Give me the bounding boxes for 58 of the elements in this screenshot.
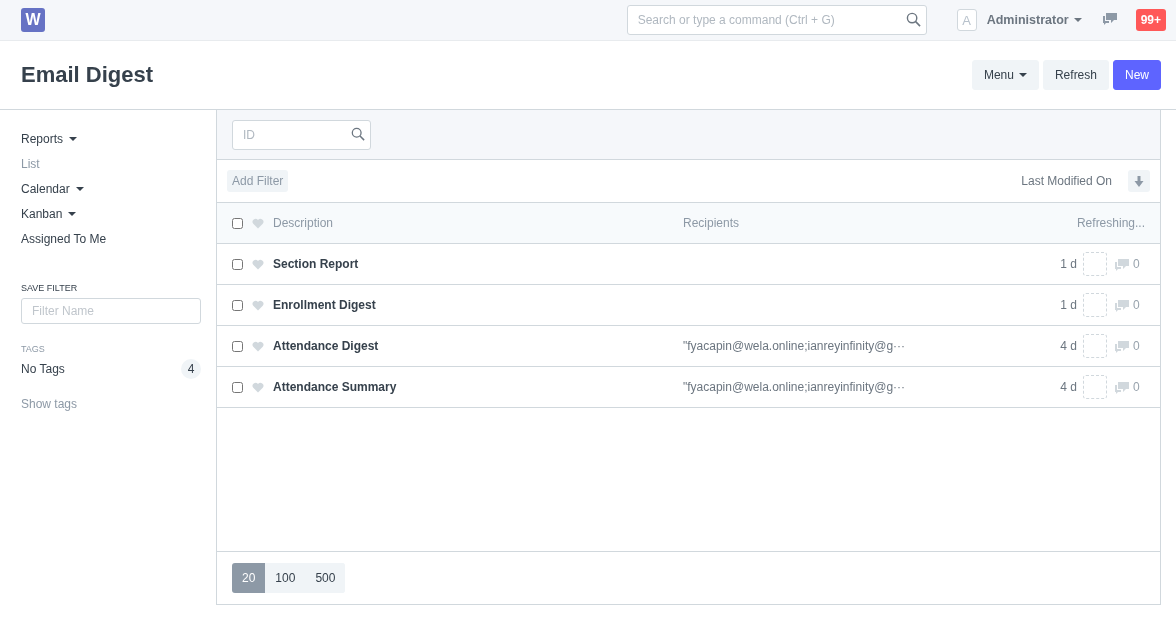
menu-button[interactable]: Menu <box>971 60 1039 90</box>
heart-icon[interactable] <box>252 299 264 311</box>
arrow-down-icon <box>1134 175 1144 187</box>
comment-icon <box>1114 298 1130 312</box>
sidebar-link[interactable]: Kanban <box>21 201 201 226</box>
row-checkbox[interactable] <box>232 340 243 352</box>
sort-field-button[interactable]: Last Modified On <box>1015 173 1118 189</box>
tag-count: 4 <box>181 359 201 379</box>
column-header: Recipients <box>683 216 741 230</box>
section-heading: SAVE FILTER <box>21 283 79 293</box>
id-filter-field[interactable]: ID <box>232 119 371 150</box>
comment-icon <box>1114 380 1130 394</box>
search-icon <box>905 12 921 27</box>
comment-icon <box>1101 12 1118 25</box>
tag-link[interactable]: No Tags <box>21 362 65 376</box>
table-cell: "fyacapin@wela.online;ianreyinfinity@g··· <box>683 339 906 353</box>
comment-count: 0 <box>1133 257 1141 271</box>
assignee-placeholder <box>1083 293 1107 317</box>
row-checkbox[interactable] <box>232 381 243 393</box>
comment-count: 0 <box>1133 298 1141 312</box>
comment-icon <box>1114 339 1130 353</box>
sidebar-link[interactable]: Assigned To Me <box>21 226 201 251</box>
new-button[interactable]: New <box>1113 60 1161 90</box>
modified-time: 1 d <box>1060 298 1077 312</box>
section-heading: TAGS <box>21 344 46 354</box>
row-title-link[interactable]: Attendance Summary <box>273 380 683 394</box>
assignee-placeholder <box>1083 252 1107 276</box>
modified-time: 4 d <box>1060 339 1077 353</box>
comment-count: 0 <box>1133 339 1141 353</box>
heart-icon[interactable] <box>252 340 264 352</box>
row-title-link[interactable]: Section Report <box>273 257 683 271</box>
filter-name-field[interactable]: Filter Name <box>21 298 201 324</box>
select-all-checkbox[interactable] <box>232 217 243 229</box>
search-field[interactable]: Search or type a command (Ctrl + G) <box>626 5 927 35</box>
refresh-button[interactable]: Refresh <box>1042 60 1109 90</box>
sidebar-link[interactable]: Reports <box>21 126 201 151</box>
assignee-placeholder <box>1083 375 1107 399</box>
assignee-placeholder <box>1083 334 1107 358</box>
search-icon <box>351 126 365 141</box>
column-header: Refreshing... <box>1076 216 1145 230</box>
user-menu[interactable]: Administrator <box>986 13 1082 27</box>
comment-count: 0 <box>1133 380 1141 394</box>
row-title-link[interactable]: Attendance Digest <box>273 339 683 353</box>
modified-time: 1 d <box>1060 257 1077 271</box>
app-logo[interactable]: W <box>21 8 45 32</box>
heart-icon[interactable] <box>252 381 264 393</box>
page-title: Email Digest <box>21 62 155 88</box>
sidebar-link[interactable]: Calendar <box>21 176 201 201</box>
sort-order-button[interactable] <box>1128 170 1150 192</box>
row-title-link[interactable]: Enrollment Digest <box>273 298 683 312</box>
heart-icon[interactable] <box>252 258 264 270</box>
comment-icon <box>1114 257 1130 271</box>
row-checkbox[interactable] <box>232 299 243 311</box>
table-cell: "fyacapin@wela.online;ianreyinfinity@g··· <box>683 380 906 394</box>
column-header: Description <box>273 216 335 230</box>
heart-icon[interactable] <box>252 217 264 229</box>
row-checkbox[interactable] <box>232 258 243 270</box>
modified-time: 4 d <box>1060 380 1077 394</box>
